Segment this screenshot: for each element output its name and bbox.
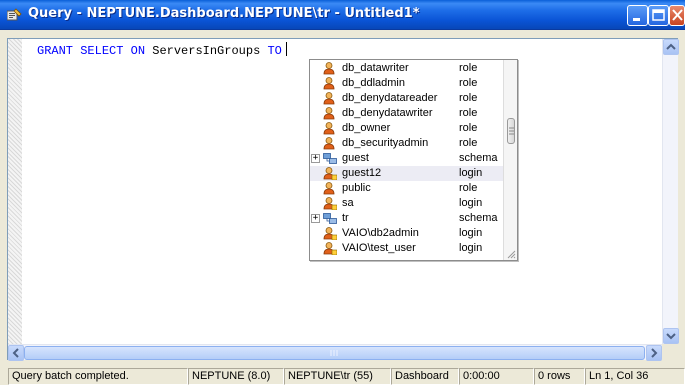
autocomplete-item-name: db_securityadmin [342,137,429,149]
autocomplete-popup[interactable]: db_datawriter role db_ddladmin role db_denyd… [309,59,518,261]
sql-keyword-grant: GRANT [37,44,74,58]
schema-icon [323,152,337,165]
maximize-button[interactable] [648,5,669,26]
schema-icon [323,212,337,225]
role-user-icon [323,92,337,105]
autocomplete-item-name: guest12 [342,167,382,179]
autocomplete-scroll-thumb[interactable] [507,118,515,144]
autocomplete-item[interactable]: db_securityadmin role [310,136,503,151]
autocomplete-scrollbar[interactable] [503,60,517,260]
sql-code-line[interactable]: GRANT SELECT ON ServersInGroups TO [37,42,287,58]
autocomplete-item-type: login [459,167,483,179]
scroll-left-button[interactable] [8,345,24,361]
autocomplete-item[interactable]: db_datawriter role [310,61,503,76]
sql-keyword-select: SELECT [80,44,124,58]
autocomplete-item[interactable]: db_ddladmin role [310,76,503,91]
status-user: NEPTUNE\tr (55) [284,368,391,385]
status-cursor-position: Ln 1, Col 36 [585,368,685,385]
autocomplete-item[interactable]: db_denydatareader role [310,91,503,106]
role-user-icon [323,107,337,120]
autocomplete-item-name: db_owner [342,122,391,134]
role-user-icon [323,77,337,90]
vertical-scrollbar[interactable] [662,39,679,344]
scroll-down-button[interactable] [663,328,679,344]
title-bar[interactable]: Query - NEPTUNE.Dashboard.NEPTUNE\tr - U… [0,0,685,30]
autocomplete-item-type: login [459,197,483,209]
login-user-icon [323,197,338,211]
chevron-right-icon [651,348,658,358]
close-icon [672,9,683,21]
autocomplete-item-name: sa [342,197,354,209]
autocomplete-item-type: schema [459,152,498,164]
query-window-icon [7,8,22,21]
scroll-up-button[interactable] [663,39,679,55]
autocomplete-item-type: role [459,62,478,74]
autocomplete-item-name: public [342,182,371,194]
status-database: Dashboard [391,368,459,385]
status-bar: Query batch completed. NEPTUNE (8.0) NEP… [0,366,685,385]
horizontal-scrollbar[interactable] [8,344,662,361]
horizontal-scroll-thumb[interactable] [24,346,645,360]
autocomplete-item[interactable]: + guest schema [310,151,503,166]
autocomplete-item[interactable]: db_owner role [310,121,503,136]
login-user-icon [323,227,338,241]
autocomplete-item-type: login [459,242,483,254]
chevron-up-icon [666,43,676,50]
text-caret [285,42,287,56]
autocomplete-item-name: VAIO\test_user [342,242,416,254]
autocomplete-item-type: role [459,92,478,104]
autocomplete-item-type: role [459,122,478,134]
autocomplete-item-name: db_ddladmin [342,77,405,89]
autocomplete-item-type: role [459,137,478,149]
minimize-icon [633,18,640,21]
thumb-grip-icon [509,127,514,135]
login-user-icon [323,242,338,256]
autocomplete-item-name: db_denydatawriter [342,107,433,119]
autocomplete-item-type: role [459,107,478,119]
autocomplete-item-type: role [459,77,478,89]
autocomplete-item[interactable]: sa login [310,196,503,211]
autocomplete-item-name: tr [342,212,349,224]
role-user-icon [323,182,337,195]
login-user-icon [323,167,338,181]
autocomplete-item-type: login [459,227,483,239]
role-user-icon [323,62,337,75]
resize-grip-icon[interactable] [506,249,516,259]
chevron-down-icon [666,333,676,340]
maximize-icon [652,9,665,21]
query-window: Query - NEPTUNE.Dashboard.NEPTUNE\tr - U… [0,0,685,385]
thumb-grip-icon [330,350,338,356]
scrollbar-corner [662,344,678,360]
window-title: Query - NEPTUNE.Dashboard.NEPTUNE\tr - U… [28,6,420,21]
autocomplete-item-type: role [459,182,478,194]
autocomplete-item[interactable]: public role [310,181,503,196]
autocomplete-item-name: db_denydatareader [342,92,438,104]
expand-icon[interactable]: + [311,154,320,163]
role-user-icon [323,122,337,135]
sql-keyword-to: TO [267,44,282,58]
sql-keyword-on: ON [130,44,146,58]
close-button[interactable] [669,5,685,26]
autocomplete-item[interactable]: VAIO\test_user login [310,241,503,256]
autocomplete-item[interactable]: VAIO\db2admin login [310,226,503,241]
chevron-left-icon [12,348,19,358]
autocomplete-item-name: db_datawriter [342,62,409,74]
autocomplete-item[interactable]: + tr schema [310,211,503,226]
autocomplete-item[interactable]: guest12 login [310,166,503,181]
autocomplete-item-name: guest [342,152,369,164]
status-message: Query batch completed. [8,368,188,385]
expand-icon[interactable]: + [311,214,320,223]
status-server: NEPTUNE (8.0) [188,368,284,385]
status-row-count: 0 rows [534,368,585,385]
status-elapsed-time: 0:00:00 [459,368,534,385]
autocomplete-item[interactable]: db_denydatawriter role [310,106,503,121]
editor-gutter [8,39,22,344]
minimize-button[interactable] [627,5,648,26]
role-user-icon [323,137,337,150]
autocomplete-item-type: schema [459,212,498,224]
scroll-right-button[interactable] [646,345,662,361]
sql-object-name: ServersInGroups [152,44,261,58]
autocomplete-item-name: VAIO\db2admin [342,227,419,239]
